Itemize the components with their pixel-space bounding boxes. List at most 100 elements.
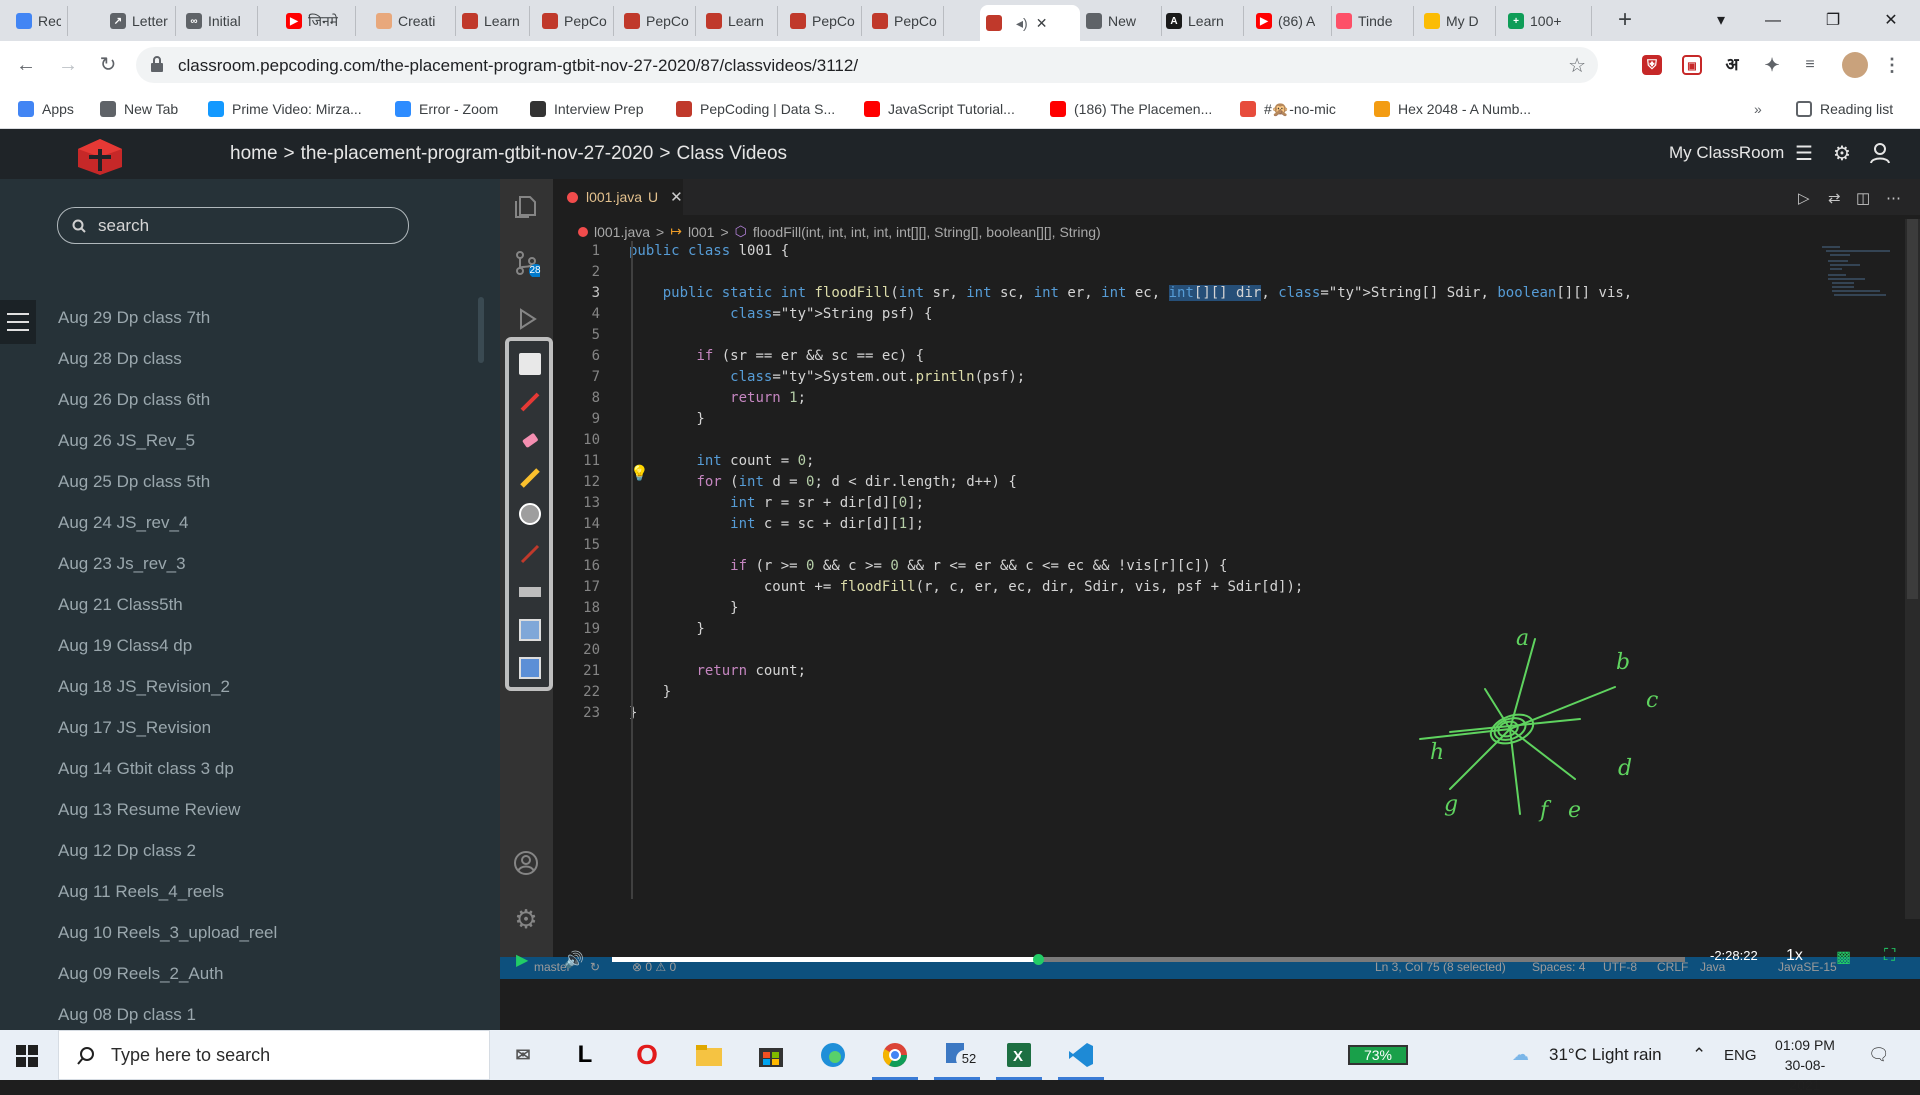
whiteboard-tool-icon[interactable]: [519, 353, 541, 375]
l-app-icon[interactable]: L: [568, 1038, 602, 1072]
code-line[interactable]: 6 if (sr == er && sc == ec) {: [555, 348, 1815, 369]
video-player-vscode[interactable]: 28 ⚙ l001.java U ✕ ▷ ⇄ ◫ ⋯ l001.java > ↦…: [500, 179, 1920, 1030]
class-list-item[interactable]: Aug 09 Reels_2_Auth: [58, 964, 223, 984]
volume-icon[interactable]: 🔊: [564, 950, 584, 970]
class-list-item[interactable]: Aug 18 JS_Revision_2: [58, 677, 230, 697]
browser-tab[interactable]: Recen: [10, 6, 68, 36]
breadcrumb-home[interactable]: home: [230, 143, 278, 164]
vscode-icon[interactable]: [1058, 1038, 1104, 1080]
class-list-item[interactable]: Aug 25 Dp class 5th: [58, 472, 210, 492]
playback-speed[interactable]: 1x: [1786, 947, 1803, 965]
editor-tab-l001-java[interactable]: l001.java U ✕: [553, 179, 683, 215]
code-line[interactable]: 5: [555, 327, 1815, 348]
address-bar[interactable]: classroom.pepcoding.com/the-placement-pr…: [136, 47, 1598, 83]
browser-tab[interactable]: ▶ जिनमे: [280, 6, 356, 36]
code-line[interactable]: 10: [555, 432, 1815, 453]
eraser-icon[interactable]: [519, 429, 541, 451]
my-classroom-link[interactable]: My ClassRoom: [1669, 143, 1784, 163]
red-pen-icon[interactable]: [519, 391, 541, 413]
bookmark-item[interactable]: (186) The Placemen...: [1050, 99, 1212, 119]
reload-icon[interactable]: ↻: [94, 51, 122, 79]
browser-tab[interactable]: PepCo: [866, 6, 944, 36]
weather-text[interactable]: 31°C Light rain: [1549, 1045, 1662, 1065]
screen-capture-icon[interactable]: [519, 619, 541, 641]
play-icon[interactable]: ▶: [516, 950, 528, 970]
bookmark-item[interactable]: New Tab: [100, 99, 178, 119]
indent-spaces[interactable]: Spaces: 4: [1532, 960, 1585, 974]
bookmark-item[interactable]: Hex 2048 - A Numb...: [1374, 99, 1531, 119]
code-line[interactable]: 2: [555, 264, 1815, 285]
screen-record-icon[interactable]: [519, 657, 541, 679]
class-list-item[interactable]: Aug 23 Js_rev_3: [58, 554, 186, 574]
pepcoding-logo[interactable]: [75, 137, 125, 177]
minimize-window-button[interactable]: —: [1753, 6, 1793, 36]
browser-tab[interactable]: ↗ Letter: [104, 6, 176, 36]
notifications-icon[interactable]: 🗨: [1868, 1045, 1890, 1065]
browser-tab[interactable]: PepCo: [784, 6, 862, 36]
bookmark-item[interactable]: Prime Video: Mirza...: [208, 99, 362, 119]
browser-tab[interactable]: My D: [1418, 6, 1496, 36]
hindi-extension-icon[interactable]: अ: [1722, 55, 1742, 75]
browser-tab[interactable]: A Learn: [1160, 6, 1244, 36]
fullscreen-icon[interactable]: ⛶: [1884, 947, 1895, 965]
list-icon[interactable]: ☰: [1792, 142, 1816, 166]
class-list-item[interactable]: Aug 08 Dp class 1: [58, 1005, 196, 1025]
bookmark-item[interactable]: JavaScript Tutorial...: [864, 99, 1015, 119]
file-encoding[interactable]: UTF-8: [1603, 960, 1637, 974]
class-list-item[interactable]: Aug 26 JS_Rev_5: [58, 431, 195, 451]
tab-search-icon[interactable]: ▾: [1701, 6, 1741, 36]
extensions-puzzle-icon[interactable]: ✦: [1762, 55, 1782, 75]
bookmark-item[interactable]: PepCoding | Data S...: [676, 99, 835, 119]
browser-tab[interactable]: PepCo: [536, 6, 614, 36]
profile-avatar[interactable]: [1842, 52, 1868, 78]
explorer-icon[interactable]: [512, 193, 540, 221]
bookmark-item[interactable]: #🙊-no-mic: [1240, 99, 1336, 119]
class-list-item[interactable]: Aug 10 Reels_3_upload_reel: [58, 923, 277, 943]
line-tool-icon[interactable]: [519, 587, 541, 597]
store-icon[interactable]: [754, 1038, 788, 1072]
audio-playing-icon[interactable]: ◂): [1016, 15, 1028, 32]
code-line[interactable]: 9 }: [555, 411, 1815, 432]
run-debug-icon[interactable]: [512, 305, 540, 333]
close-tab-icon[interactable]: ✕: [1036, 15, 1048, 32]
reading-list-button[interactable]: Reading list: [1796, 99, 1893, 119]
sidebar-scrollbar[interactable]: [478, 297, 484, 363]
user-profile-icon[interactable]: [1868, 142, 1892, 166]
bookmark-item[interactable]: Interview Prep: [530, 99, 643, 119]
opera-icon[interactable]: O: [630, 1038, 664, 1072]
edge-icon[interactable]: [816, 1038, 850, 1072]
class-list-item[interactable]: Aug 24 JS_rev_4: [58, 513, 188, 533]
problems-count[interactable]: ⊗ 0 ⚠ 0: [632, 960, 676, 974]
code-line[interactable]: 1 public class l001 {: [555, 243, 1815, 264]
browser-tab[interactable]: Learn: [456, 6, 530, 36]
back-icon[interactable]: ←: [12, 51, 40, 79]
taskbar-clock[interactable]: 01:09 PM 30-08-2021: [1770, 1035, 1840, 1095]
calendar-extension-icon[interactable]: ▣: [1682, 55, 1702, 75]
input-language[interactable]: ENG: [1724, 1047, 1757, 1064]
chrome-icon[interactable]: [872, 1038, 918, 1080]
new-tab-button[interactable]: +: [1612, 8, 1638, 34]
editor-breadcrumb-file[interactable]: l001.java: [594, 224, 650, 240]
run-file-icon[interactable]: ▷: [1798, 189, 1810, 207]
hidden-icons-chevron-icon[interactable]: ⌃: [1692, 1045, 1706, 1065]
code-line[interactable]: 12 for (int d = 0; d < dir.length; d++) …: [555, 474, 1815, 495]
mail-app-icon[interactable]: ✉: [506, 1038, 540, 1072]
weather-icon[interactable]: ☁: [1512, 1045, 1529, 1065]
battery-indicator[interactable]: 73%: [1348, 1045, 1408, 1065]
class-list-item[interactable]: Aug 13 Resume Review: [58, 800, 240, 820]
file-explorer-icon[interactable]: [692, 1038, 726, 1072]
browser-tab[interactable]: Tinde: [1330, 6, 1414, 36]
cursor-position[interactable]: Ln 3, Col 75 (8 selected): [1375, 960, 1506, 974]
browser-tab[interactable]: Learn: [700, 6, 778, 36]
editor-breadcrumb-class[interactable]: l001: [688, 224, 714, 240]
code-line[interactable]: 13 int r = sr + dir[d][0];: [555, 495, 1815, 516]
browser-tab[interactable]: Creati: [370, 6, 456, 36]
line-ending[interactable]: CRLF: [1657, 960, 1688, 974]
editor-scrollbar[interactable]: [1905, 219, 1920, 919]
restore-window-button[interactable]: ❐: [1813, 6, 1853, 36]
video-progress-bar[interactable]: [612, 954, 1685, 965]
class-list-item[interactable]: Aug 28 Dp class: [58, 349, 182, 369]
class-list-item[interactable]: Aug 14 Gtbit class 3 dp: [58, 759, 234, 779]
code-line[interactable]: 4 class="ty">String psf) {: [555, 306, 1815, 327]
bookmark-star-icon[interactable]: ☆: [1568, 53, 1586, 78]
